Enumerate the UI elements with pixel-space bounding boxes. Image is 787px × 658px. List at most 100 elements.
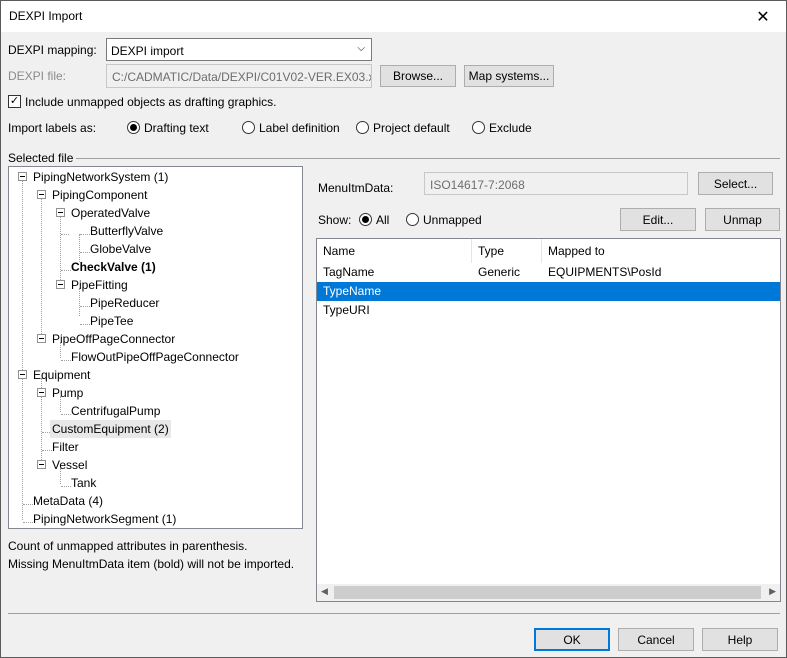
collapse-icon[interactable]: [18, 370, 27, 379]
ok-label: OK: [563, 632, 581, 647]
radio-drafting-text[interactable]: [127, 121, 140, 134]
table-row-selected[interactable]: TypeName: [317, 282, 780, 301]
tree-line: [80, 324, 90, 325]
tree-line: [61, 360, 71, 361]
table-row[interactable]: TagName Generic EQUIPMENTS\PosId: [317, 263, 780, 282]
object-tree[interactable]: PipingNetworkSystem (1) PipingComponent …: [8, 166, 303, 529]
tree-node[interactable]: CentrifugalPump: [71, 402, 160, 420]
tree-node[interactable]: Equipment: [33, 366, 90, 384]
map-systems-label: Map systems...: [468, 69, 550, 83]
tree-node[interactable]: Vessel: [52, 456, 87, 474]
tree-node[interactable]: PipeReducer: [90, 294, 159, 312]
radio-show-unmapped[interactable]: [406, 213, 419, 226]
tree-line: [23, 504, 33, 505]
file-path-field[interactable]: C:/CADMATIC/Data/DEXPI/C01V02-VER.EX03.x…: [106, 64, 372, 88]
import-labels-label: Import labels as:: [8, 121, 97, 135]
collapse-icon[interactable]: [56, 208, 65, 217]
tree-line: [61, 414, 71, 415]
column-header-name-label: Name: [323, 244, 356, 258]
ok-button[interactable]: OK: [534, 628, 610, 651]
tree-node[interactable]: PipingNetworkSegment (1): [33, 510, 176, 528]
note-unmapped-count: Count of unmapped attributes in parenthe…: [8, 539, 248, 553]
map-systems-button[interactable]: Map systems...: [464, 65, 554, 87]
column-header-mapped-to[interactable]: Mapped to: [542, 239, 780, 263]
edit-label: Edit...: [642, 212, 674, 227]
collapse-icon[interactable]: [37, 460, 46, 469]
radio-label-definition-label: Label definition: [259, 121, 340, 135]
column-header-name[interactable]: Name: [317, 239, 472, 263]
mapping-value: DEXPI import: [111, 44, 184, 58]
menuitm-field[interactable]: ISO14617-7:2068: [424, 172, 688, 195]
cell-name: TypeURI: [323, 303, 370, 317]
radio-show-unmapped-label: Unmapped: [423, 213, 482, 227]
unmap-button[interactable]: Unmap: [705, 208, 780, 231]
tree-line: [61, 234, 69, 235]
tree-node[interactable]: PipingNetworkSystem (1): [33, 168, 168, 186]
file-path-value: C:/CADMATIC/Data/DEXPI/C01V02-VER.EX03.x…: [112, 70, 372, 84]
tree-node[interactable]: Pump: [52, 384, 83, 402]
tree-line: [80, 234, 90, 235]
file-label: DEXPI file:: [8, 69, 67, 83]
attribute-list[interactable]: Name Type Mapped to TagName Generic EQUI…: [316, 238, 781, 602]
cancel-label: Cancel: [637, 632, 675, 647]
help-button[interactable]: Help: [702, 628, 778, 651]
tree-node[interactable]: Filter: [52, 438, 79, 456]
tree-node[interactable]: FlowOutPipeOffPageConnector: [71, 348, 239, 366]
browse-button[interactable]: Browse...: [380, 65, 456, 87]
help-label: Help: [727, 632, 753, 647]
tree-node[interactable]: PipeFitting: [71, 276, 128, 294]
dexpi-import-dialog: DEXPI Import ✕ DEXPI mapping: DEXPI impo…: [0, 0, 787, 658]
radio-project-default-label: Project default: [373, 121, 450, 135]
tree-node[interactable]: PipeOffPageConnector: [52, 330, 175, 348]
tree-node[interactable]: ButterflyValve: [90, 222, 163, 240]
tree-node[interactable]: Tank: [71, 474, 96, 492]
cancel-button[interactable]: Cancel: [618, 628, 694, 651]
include-unmapped-checkbox[interactable]: ✓: [8, 95, 21, 108]
radio-exclude[interactable]: [472, 121, 485, 134]
selected-file-label: Selected file: [8, 151, 74, 165]
tree-node[interactable]: GlobeValve: [90, 240, 151, 258]
title-bar: DEXPI Import ✕: [1, 1, 786, 32]
tree-node[interactable]: MetaData (4): [33, 492, 103, 510]
checkmark-icon: ✓: [9, 95, 20, 107]
select-label: Select...: [713, 176, 758, 191]
cell-name: TagName: [323, 265, 375, 279]
cell-name: TypeName: [323, 284, 382, 298]
tree-line: [61, 486, 71, 487]
column-header-type[interactable]: Type: [472, 239, 542, 263]
mapping-label: DEXPI mapping:: [8, 43, 97, 57]
collapse-icon[interactable]: [37, 388, 46, 397]
collapse-icon[interactable]: [37, 190, 46, 199]
radio-project-default[interactable]: [356, 121, 369, 134]
close-button[interactable]: ✕: [740, 1, 786, 32]
table-row[interactable]: TypeURI: [317, 301, 780, 320]
horizontal-scrollbar[interactable]: ◀ ▶: [317, 584, 780, 601]
tree-line: [80, 252, 90, 253]
collapse-icon[interactable]: [18, 172, 27, 181]
chevron-down-icon: ⌵: [357, 43, 365, 54]
mapping-dropdown[interactable]: DEXPI import ⌵: [106, 38, 372, 61]
cell-mapped: EQUIPMENTS\PosId: [548, 265, 662, 279]
tree-node[interactable]: PipeTee: [90, 312, 133, 330]
tree-node[interactable]: PipingComponent: [52, 186, 147, 204]
menuitm-value: ISO14617-7:2068: [430, 178, 525, 192]
scrollbar-thumb[interactable]: [334, 586, 761, 599]
unmap-label: Unmap: [723, 212, 762, 227]
scroll-left-icon[interactable]: ◀: [321, 586, 328, 597]
tree-line: [41, 198, 42, 336]
tree-node-missing[interactable]: CheckValve (1): [71, 258, 156, 276]
radio-label-definition[interactable]: [242, 121, 255, 134]
radio-show-all[interactable]: [359, 213, 372, 226]
tree-node-selected[interactable]: CustomEquipment (2): [50, 420, 171, 438]
tree-line: [61, 270, 71, 271]
tree-line: [42, 450, 52, 451]
scroll-right-icon[interactable]: ▶: [769, 586, 776, 597]
show-label: Show:: [318, 213, 352, 227]
tree-node[interactable]: OperatedValve: [71, 204, 150, 222]
select-button[interactable]: Select...: [698, 172, 773, 195]
collapse-icon[interactable]: [56, 280, 65, 289]
edit-button[interactable]: Edit...: [620, 208, 696, 231]
collapse-icon[interactable]: [37, 334, 46, 343]
radio-exclude-label: Exclude: [489, 121, 532, 135]
radio-show-all-label: All: [376, 213, 390, 227]
